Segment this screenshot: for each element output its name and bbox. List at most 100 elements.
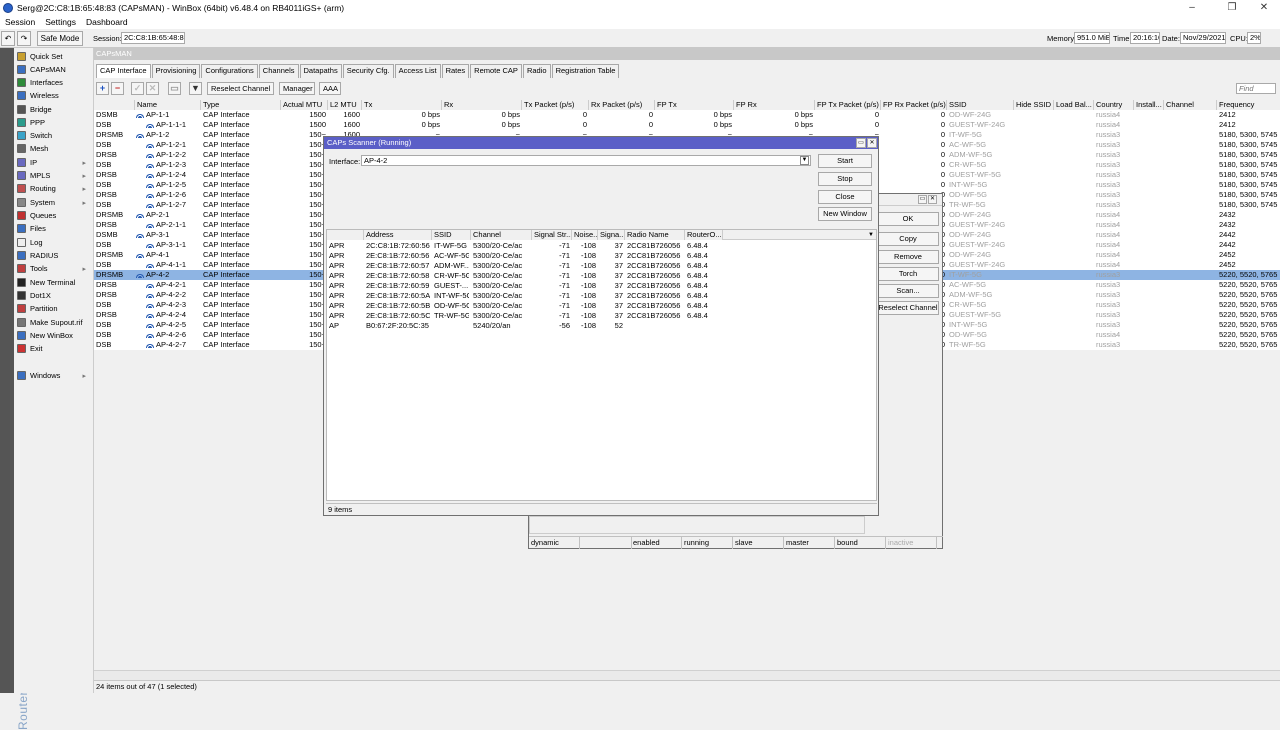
tab-configurations[interactable]: Configurations — [201, 64, 258, 78]
scanner-column-header[interactable]: SSID — [432, 230, 471, 240]
sidebar-item-mesh[interactable]: Mesh — [14, 142, 92, 155]
scanner-column-header[interactable]: Signal Str... — [532, 230, 572, 240]
scanner-row[interactable]: APR 2E:C8:1B:72:60:5B OD-WF-5G 5300/20-Ce/a… — [327, 301, 876, 311]
tab-datapaths[interactable]: Datapaths — [299, 64, 342, 78]
tab-remote-cap[interactable]: Remote CAP — [470, 64, 522, 78]
sidebar-item-ppp[interactable]: PPP — [14, 116, 92, 129]
scanner-row[interactable]: AP B0:67:2F:20:5C:35 5240/20/an -56 -108 52 — [327, 321, 876, 331]
table-row[interactable]: DSB AP-1-1-1 CAP Interface 1500 1600 0 bps 0 b… — [94, 120, 1280, 130]
tab-provisioning[interactable]: Provisioning — [151, 64, 201, 78]
sidebar-item-partition[interactable]: Partition — [14, 302, 92, 315]
column-header[interactable]: Type — [201, 100, 281, 110]
interface-dialog-close[interactable]: ✕ — [928, 195, 937, 204]
safe-mode-button[interactable]: Safe Mode — [37, 31, 83, 46]
sidebar-item-queues[interactable]: Queues — [14, 209, 92, 222]
disable-button[interactable]: ✕ — [146, 82, 159, 95]
sidebar-item-interfaces[interactable]: Interfaces — [14, 76, 92, 89]
redo-button[interactable]: ↷ — [17, 31, 31, 46]
column-header[interactable]: Tx Packet (p/s) — [522, 100, 589, 110]
table-row[interactable]: DSMB AP-1-1 CAP Interface 1500 1600 0 bps 0 bp… — [94, 110, 1280, 120]
interface-dialog-reselect-channel-button[interactable]: Reselect Channel — [877, 301, 939, 315]
column-header[interactable]: FP Rx Packet (p/s) — [881, 100, 947, 110]
scanner-start-button[interactable]: Start — [818, 154, 872, 168]
sidebar-item-quick-set[interactable]: Quick Set — [14, 50, 92, 63]
sidebar-item-dot1x[interactable]: Dot1X — [14, 289, 92, 302]
chevron-down-icon[interactable]: ▼ — [800, 156, 809, 165]
scanner-close-icon[interactable]: ✕ — [867, 138, 877, 148]
column-header[interactable]: Rx Packet (p/s) — [589, 100, 655, 110]
scanner-row[interactable]: APR 2E:C8:1B:72:60:5A INT-WF-5G 5300/20-Ce/… — [327, 291, 876, 301]
column-header[interactable]: Tx — [362, 100, 442, 110]
scanner-column-header[interactable]: Channel — [471, 230, 532, 240]
interface-dialog-copy-button[interactable]: Copy — [877, 232, 939, 246]
sidebar-item-new-winbox[interactable]: New WinBox — [14, 329, 92, 342]
tab-security-cfg-[interactable]: Security Cfg. — [342, 64, 394, 78]
column-header[interactable] — [94, 100, 135, 110]
column-header[interactable]: Hide SSID — [1014, 100, 1054, 110]
chevron-down-icon[interactable]: ▼ — [868, 230, 874, 240]
find-input[interactable] — [1236, 83, 1276, 94]
column-header[interactable]: Load Bal... — [1054, 100, 1094, 110]
scanner-row[interactable]: APR 2E:C8:1B:72:60:57 ADM-WF... 5300/20-Ce/… — [327, 261, 876, 271]
aaa-button[interactable]: AAA — [319, 82, 341, 95]
interface-dialog-torch-button[interactable]: Torch — [877, 267, 939, 281]
scanner-interface-select[interactable]: AP-4-2 ▼ — [361, 155, 811, 166]
interface-dialog-remove-button[interactable]: Remove — [877, 250, 939, 264]
scanner-row[interactable]: APR 2E:C8:1B:72:60:56 AC-WF-5G 5300/20-Ce/a… — [327, 251, 876, 261]
column-header[interactable]: L2 MTU — [328, 100, 362, 110]
scanner-close-button[interactable]: Close — [818, 190, 872, 204]
tab-radio[interactable]: Radio — [522, 64, 551, 78]
scanner-column-header[interactable]: Noise... — [572, 230, 598, 240]
scanner-row[interactable]: APR 2C:C8:1B:72:60:56 IT-WF-5G 5300/20-Ce/a… — [327, 241, 876, 251]
close-button[interactable]: ✕ — [1248, 0, 1280, 15]
sidebar-item-log[interactable]: Log — [14, 236, 92, 249]
scanner-maximize-button[interactable]: ▭ — [856, 138, 866, 148]
sidebar-item-exit[interactable]: Exit — [14, 342, 92, 355]
menu-dashboard[interactable]: Dashboard — [81, 17, 133, 27]
column-header[interactable]: FP Tx Packet (p/s) — [815, 100, 881, 110]
sidebar-item-ip[interactable]: IP ▸ — [14, 156, 92, 169]
interface-dialog-ok-button[interactable]: OK — [877, 212, 939, 226]
column-header[interactable]: Name — [135, 100, 201, 110]
enable-button[interactable]: ✓ — [131, 82, 144, 95]
tab-access-list[interactable]: Access List — [394, 64, 441, 78]
column-header[interactable]: Rx — [442, 100, 522, 110]
menu-session[interactable]: Session — [0, 17, 40, 27]
tab-channels[interactable]: Channels — [258, 64, 299, 78]
scanner-column-header[interactable]: Radio Name — [625, 230, 685, 240]
column-header[interactable]: Frequency — [1217, 100, 1280, 110]
remove-button[interactable]: − — [111, 82, 124, 95]
manager-button[interactable]: Manager — [279, 82, 315, 95]
menu-settings[interactable]: Settings — [40, 17, 81, 27]
scanner-stop-button[interactable]: Stop — [818, 172, 872, 186]
scanner-column-header[interactable]: Signa... — [598, 230, 625, 240]
sidebar-item-bridge[interactable]: Bridge — [14, 103, 92, 116]
scanner-row[interactable]: APR 2E:C8:1B:72:60:58 CR-WF-5G 5300/20-Ce/a… — [327, 271, 876, 281]
reselect-channel-button[interactable]: Reselect Channel — [207, 82, 274, 95]
minimize-button[interactable]: – — [1176, 0, 1208, 15]
scanner-column-header[interactable] — [327, 230, 364, 240]
tab-rates[interactable]: Rates — [441, 64, 470, 78]
column-header[interactable]: Channel — [1164, 100, 1217, 110]
sidebar-item-tools[interactable]: Tools ▸ — [14, 262, 92, 275]
scanner-column-header[interactable]: Address — [364, 230, 432, 240]
sidebar-item-radius[interactable]: RADIUS — [14, 249, 92, 262]
add-button[interactable]: + — [96, 82, 109, 95]
column-header[interactable]: FP Tx — [655, 100, 734, 110]
sidebar-item-capsman[interactable]: CAPsMAN — [14, 63, 92, 76]
sidebar-item-mpls[interactable]: MPLS ▸ — [14, 169, 92, 182]
sidebar-item-routing[interactable]: Routing ▸ — [14, 182, 92, 195]
column-header[interactable]: Country — [1094, 100, 1134, 110]
column-header[interactable]: SSID — [947, 100, 1014, 110]
scanner-new-window-button[interactable]: New Window — [818, 207, 872, 221]
tab-registration-table[interactable]: Registration Table — [551, 64, 620, 78]
scanner-column-header[interactable]: RouterO... — [685, 230, 723, 240]
scanner-row[interactable]: APR 2E:C8:1B:72:60:5C TR-WF-5G 5300/20-Ce/a… — [327, 311, 876, 321]
sidebar-item-system[interactable]: System ▸ — [14, 196, 92, 209]
comment-button[interactable]: ▭ — [168, 82, 181, 95]
horizontal-scrollbar[interactable] — [94, 670, 1280, 680]
column-header[interactable]: Actual MTU — [281, 100, 328, 110]
sidebar-item-make-supout-rif[interactable]: Make Supout.rif — [14, 316, 92, 329]
sidebar-item-switch[interactable]: Switch — [14, 129, 92, 142]
sidebar-item-files[interactable]: Files — [14, 222, 92, 235]
